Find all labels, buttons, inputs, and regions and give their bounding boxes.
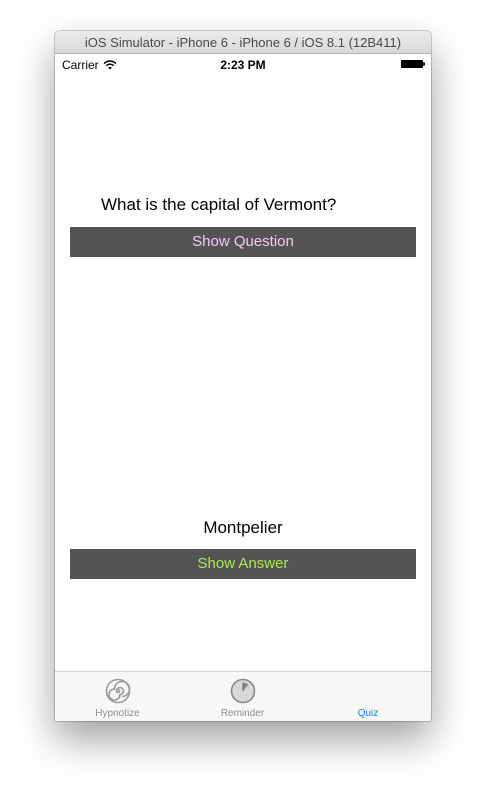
clock-icon [230, 678, 255, 704]
window-title: iOS Simulator - iPhone 6 - iPhone 6 / iO… [84, 35, 402, 50]
window-title-bar: iOS Simulator - iPhone 6 - iPhone 6 / iO… [55, 31, 431, 54]
status-bar: Carrier 2:23 PM [55, 54, 431, 74]
tab-hypnotize[interactable]: Hypnotize [55, 672, 180, 721]
tab-reminder[interactable]: Reminder [180, 672, 305, 721]
tab-label-quiz: Quiz [357, 708, 379, 719]
simulator-window: iOS Simulator - iPhone 6 - iPhone 6 / iO… [55, 31, 431, 721]
tab-label-reminder: Reminder [220, 708, 265, 719]
tab-quiz[interactable]: Quiz [305, 672, 431, 721]
answer-label: Montpelier [203, 518, 283, 537]
show-answer-button[interactable]: Show Answer [70, 549, 416, 579]
status-time: 2:23 PM [220, 58, 266, 72]
show-question-button[interactable]: Show Question [70, 227, 416, 257]
tab-label-hypnotize: Hypnotize [95, 708, 140, 719]
device-screen: Carrier 2:23 PM What is the capital of V… [55, 54, 431, 721]
battery-icon [401, 60, 425, 68]
spiral-icon [105, 678, 130, 704]
question-label: What is the capital of Vermont? [101, 195, 337, 214]
tab-bar: Hypnotize Reminder Quiz [55, 671, 431, 721]
